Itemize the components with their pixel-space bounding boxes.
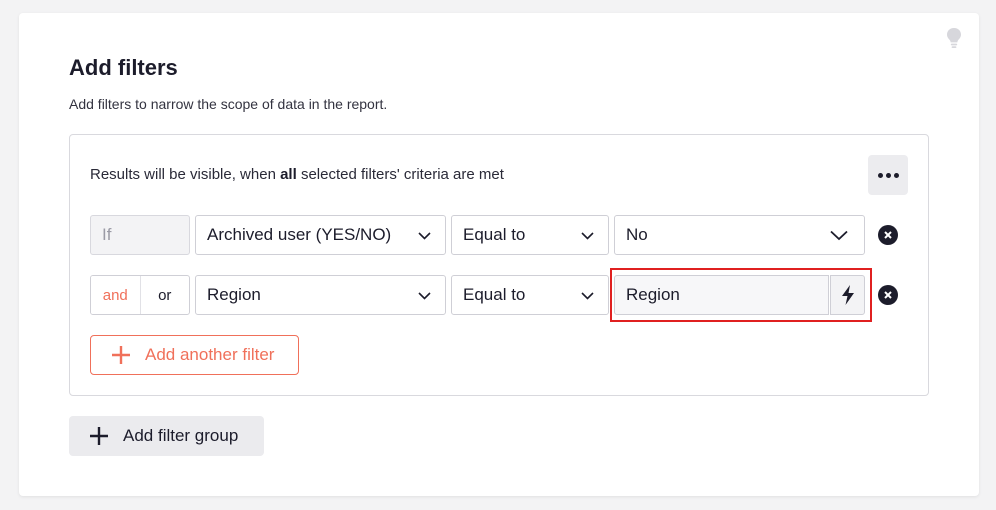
criteria-prefix: Results will be visible, when [90,166,276,183]
field-select-1-value: Archived user (YES/NO) [207,225,392,244]
add-another-filter-button[interactable]: Add another filter [90,335,299,375]
page-subtitle: Add filters to narrow the scope of data … [69,96,388,112]
chevron-down-icon [830,230,848,241]
chevron-down-icon [418,292,431,300]
operator-select-1-value: Equal to [463,225,526,244]
chevron-down-icon [418,232,431,240]
criteria-mode: all [280,166,297,183]
connector-if-label: If [102,225,112,244]
chevron-down-icon [581,292,594,300]
connector-toggle: and or [90,275,190,315]
add-filter-group-label: Add filter group [123,426,239,445]
plus-icon [112,346,130,364]
lightning-icon [841,285,854,305]
field-select-1[interactable]: Archived user (YES/NO) [195,215,446,255]
criteria-text: Results will be visible, when all select… [90,166,504,183]
dynamic-value-button[interactable] [830,275,865,315]
field-select-2-value: Region [207,285,261,304]
value-input-2[interactable] [614,275,829,315]
ellipsis-icon [877,172,899,178]
or-toggle[interactable]: or [141,276,190,314]
chevron-down-icon [581,232,594,240]
value-select-1-value: No [626,225,648,244]
lightbulb-icon[interactable] [945,27,963,49]
value-select-1[interactable]: No [614,215,865,255]
remove-filter-2-button[interactable] [878,285,898,305]
add-filter-group-button[interactable]: Add filter group [69,416,264,456]
operator-select-2[interactable]: Equal to [451,275,609,315]
operator-select-1[interactable]: Equal to [451,215,609,255]
more-options-button[interactable] [868,155,908,195]
connector-if: If [90,215,190,255]
field-select-2[interactable]: Region [195,275,446,315]
criteria-suffix: selected filters' criteria are met [300,166,504,183]
plus-icon [90,427,108,445]
close-icon [884,291,892,299]
add-another-filter-label: Add another filter [145,345,275,364]
and-toggle[interactable]: and [91,276,141,314]
operator-select-2-value: Equal to [463,285,526,304]
remove-filter-1-button[interactable] [878,225,898,245]
page-title: Add filters [69,55,178,80]
close-icon [884,231,892,239]
